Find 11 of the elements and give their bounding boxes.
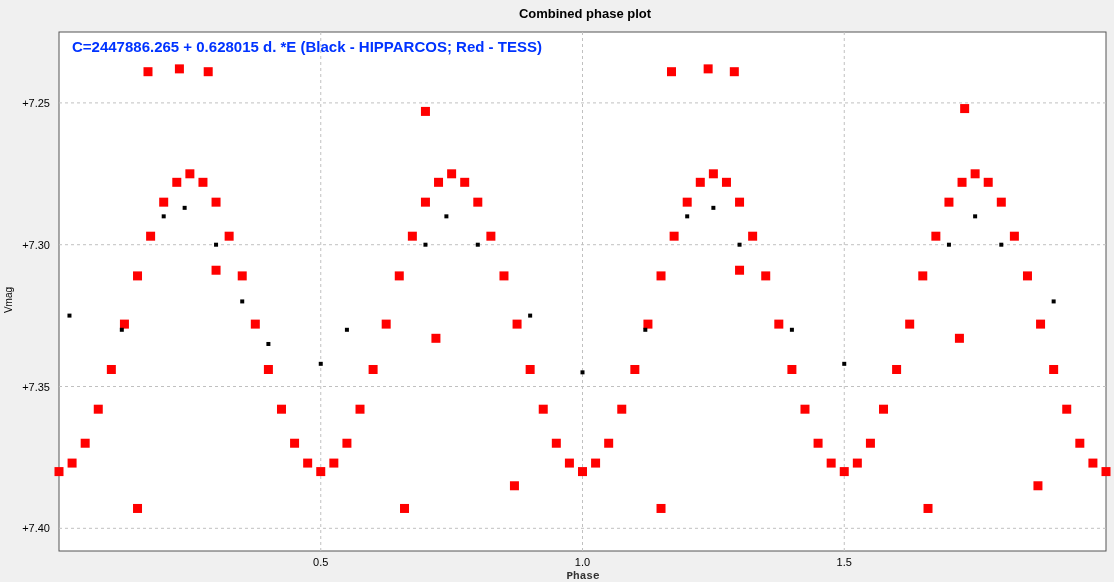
y-tick-label: +7.30 xyxy=(22,238,50,251)
y-tick-label: +7.25 xyxy=(22,96,50,109)
chart-title: Combined phase plot xyxy=(518,6,652,21)
y-tick-label: +7.35 xyxy=(22,380,50,393)
x-axis-label: Phase xyxy=(566,570,600,582)
ephemeris-annotation: C=2447886.265 + 0.628015 d. *E (Black - HIPPARCOS; Red - TESS) xyxy=(72,38,542,55)
x-tick-label: 1.5 xyxy=(836,556,852,568)
x-tick-label: 1.0 xyxy=(574,556,591,568)
x-tick-label: 0.5 xyxy=(313,556,329,568)
y-tick-label: +7.40 xyxy=(22,522,50,535)
y-axis-label: Vmag xyxy=(3,286,14,314)
